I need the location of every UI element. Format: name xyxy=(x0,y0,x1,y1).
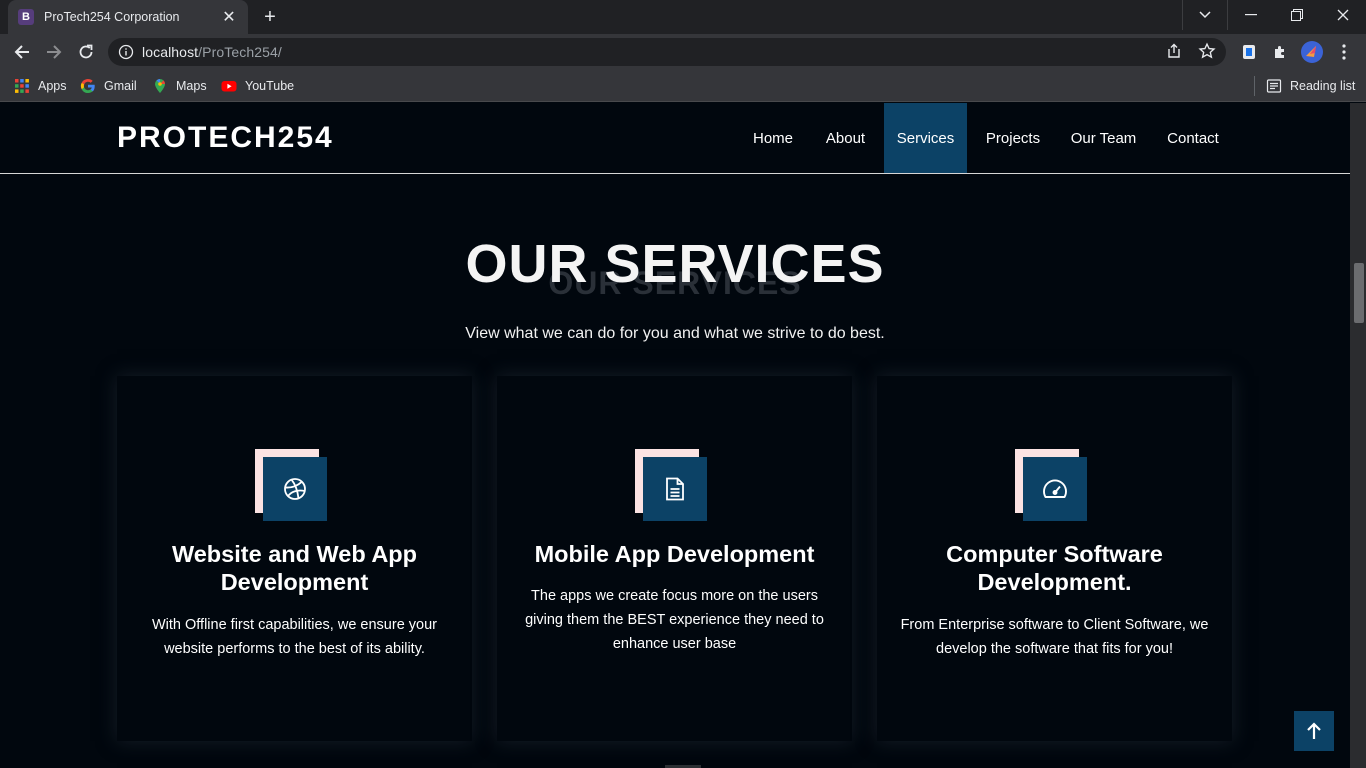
bookmark-gmail[interactable]: Gmail xyxy=(80,76,137,96)
service-card-web: Website and Web App Development With Off… xyxy=(117,376,472,741)
new-tab-button[interactable]: + xyxy=(257,5,283,29)
speedometer-icon xyxy=(1023,457,1087,521)
bookmark-star-icon[interactable] xyxy=(1198,42,1216,65)
apps-grid-icon xyxy=(15,79,29,93)
forward-arrow-icon[interactable] xyxy=(41,39,67,65)
youtube-icon xyxy=(221,81,237,92)
bookmark-maps[interactable]: Maps xyxy=(152,76,207,96)
reading-list-label: Reading list xyxy=(1290,79,1356,93)
service-card-software: Computer Software Development. From Ente… xyxy=(877,376,1232,741)
scrollbar-thumb[interactable] xyxy=(1354,263,1364,323)
service-card-text: From Enterprise software to Client Softw… xyxy=(900,617,1209,657)
reload-icon[interactable] xyxy=(73,39,99,65)
back-arrow-icon[interactable] xyxy=(9,39,35,65)
bookmarks-divider xyxy=(1254,76,1255,96)
restore-window-icon[interactable] xyxy=(1274,0,1320,30)
address-bar[interactable]: localhost/ProTech254/ xyxy=(108,38,1226,66)
section-title-block: OUR SERVICES OUR SERVICES xyxy=(0,233,1350,303)
url-text: localhost/ProTech254/ xyxy=(142,44,282,60)
bookmarks-bar: Apps Gmail Maps YouTube Reading list xyxy=(0,70,1366,102)
profile-avatar[interactable] xyxy=(1299,39,1325,65)
nav-contact[interactable]: Contact xyxy=(1155,103,1231,173)
nav-about[interactable]: About xyxy=(810,103,881,173)
bookmark-youtube[interactable]: YouTube xyxy=(221,76,294,96)
bookmark-label: Apps xyxy=(38,79,67,93)
share-icon[interactable] xyxy=(1166,43,1182,64)
dribbble-icon xyxy=(263,457,327,521)
brand-logo[interactable]: PROTECH254 xyxy=(117,121,334,155)
service-card-title: Website and Web App Development xyxy=(171,541,418,595)
service-icon-box xyxy=(1015,449,1087,521)
nav-home[interactable]: Home xyxy=(738,103,808,173)
back-to-top-button[interactable] xyxy=(1294,711,1334,751)
site-info-icon[interactable] xyxy=(118,44,134,65)
page-scrollbar[interactable] xyxy=(1350,103,1366,768)
tab-search-chevron-icon[interactable] xyxy=(1182,0,1228,30)
google-icon xyxy=(80,78,95,94)
maps-pin-icon xyxy=(155,78,166,93)
reading-list-button[interactable]: Reading list xyxy=(1266,76,1355,96)
service-card-title: Computer Software Development. xyxy=(946,541,1163,595)
tab-title: ProTech254 Corporation xyxy=(44,10,180,24)
browser-menu-icon[interactable] xyxy=(1331,39,1357,65)
browser-tab[interactable]: B ProTech254 Corporation ✕ xyxy=(8,0,248,34)
close-window-icon[interactable] xyxy=(1320,0,1366,30)
bookmark-label: Maps xyxy=(176,79,207,93)
reading-list-icon xyxy=(1266,79,1282,93)
section-subtitle: View what we can do for you and what we … xyxy=(465,325,885,342)
service-card-text: The apps we create focus more on the use… xyxy=(525,588,824,652)
service-card-mobile: Mobile App Development The apps we creat… xyxy=(497,376,852,741)
section-title: OUR SERVICES xyxy=(465,234,885,294)
bookmark-label: YouTube xyxy=(245,79,295,93)
nav-our-team[interactable]: Our Team xyxy=(1060,103,1147,173)
minimize-window-icon[interactable] xyxy=(1228,0,1274,30)
nav-services[interactable]: Services xyxy=(884,103,967,173)
extension-sheets-icon[interactable] xyxy=(1236,39,1262,65)
service-card-title: Mobile App Development xyxy=(534,541,815,567)
close-tab-icon[interactable]: ✕ xyxy=(220,7,238,27)
page-viewport: PROTECH254 Home About Services Projects … xyxy=(0,103,1350,768)
service-icon-box xyxy=(635,449,707,521)
bootstrap-favicon-icon: B xyxy=(18,9,34,25)
url-path: /ProTech254/ xyxy=(198,44,282,60)
bookmark-apps[interactable]: Apps xyxy=(14,76,67,96)
browser-tab-strip: B ProTech254 Corporation ✕ + xyxy=(0,0,1366,34)
arrow-up-icon xyxy=(1307,722,1321,739)
bookmark-label: Gmail xyxy=(104,79,137,93)
service-icon-box xyxy=(255,449,327,521)
extensions-puzzle-icon[interactable] xyxy=(1267,39,1293,65)
nav-projects[interactable]: Projects xyxy=(973,103,1053,173)
site-navbar: PROTECH254 Home About Services Projects … xyxy=(0,103,1350,174)
url-host: localhost xyxy=(142,44,199,60)
document-icon xyxy=(643,457,707,521)
service-card-text: With Offline first capabilities, we ensu… xyxy=(151,617,437,657)
